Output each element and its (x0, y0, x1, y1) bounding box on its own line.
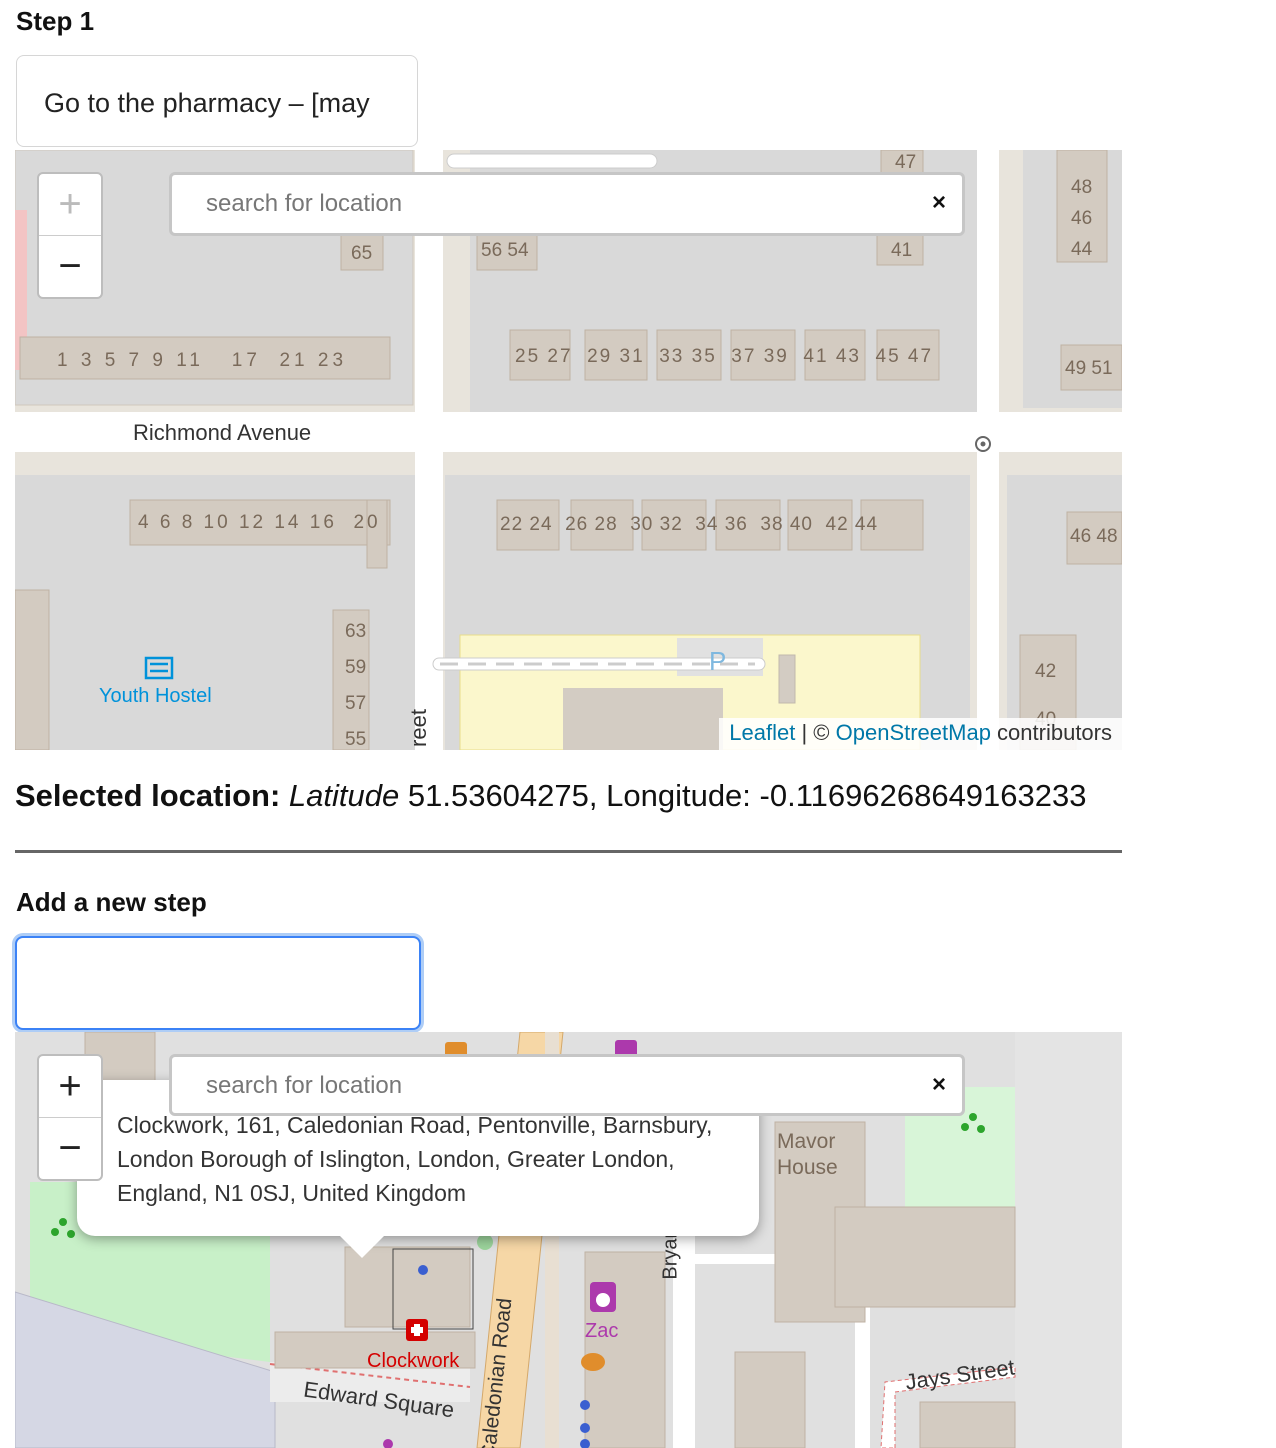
zoom-in-button[interactable]: + (39, 1056, 101, 1117)
clear-search-icon[interactable]: × (932, 1071, 946, 1099)
zoom-out-button[interactable]: − (39, 1117, 101, 1179)
location-search: × (169, 1054, 965, 1116)
building-mavor-house: Mavor House (777, 1130, 838, 1179)
zoom-control: + − (37, 172, 103, 299)
house-numbers: 47 (895, 152, 917, 173)
poi-youth-hostel: Youth Hostel (99, 685, 212, 707)
house-numbers: 25 27 29 31 33 35 37 39 41 43 45 47 (515, 346, 934, 367)
new-step-input[interactable] (15, 936, 421, 1030)
search-input[interactable] (204, 189, 888, 219)
house-numbers: 65 (351, 243, 373, 264)
map-new-step[interactable]: Clockwork Zac Mavor House Caledonian Roa… (15, 1032, 1122, 1448)
popup-tip (338, 1234, 386, 1258)
map-attribution: Leaflet | © OpenStreetMap contributors (719, 718, 1122, 750)
map-step-1[interactable]: Richmond Avenue reet Youth Hostel P 1 3 … (15, 150, 1122, 750)
house-numbers: 48 46 44 (1071, 177, 1093, 260)
latitude-value: 51.53604275, (399, 778, 607, 813)
zoom-control: + − (37, 1054, 103, 1181)
house-numbers: 22 24 26 28 30 32 34 36 38 40 42 44 (500, 514, 879, 535)
latitude-label: Latitude (288, 778, 400, 813)
clear-search-icon[interactable]: × (932, 189, 946, 217)
search-input[interactable] (204, 1071, 888, 1101)
map-tiles (15, 150, 1122, 750)
house-numbers: 41 (891, 240, 913, 261)
street-label-2: reet (405, 709, 431, 747)
longitude-text: Longitude: -0.11696268649163233 (606, 778, 1087, 813)
poi-clockwork: Clockwork (367, 1350, 460, 1372)
zoom-in-button[interactable]: + (39, 174, 101, 235)
zoom-out-button[interactable]: − (39, 235, 101, 297)
selected-location-label: Selected location: (15, 778, 281, 813)
step-text: Go to the pharmacy – [may (44, 88, 370, 118)
location-search: × (169, 172, 965, 236)
house-numbers: 46 48 (1070, 526, 1118, 547)
house-numbers: 49 51 (1065, 358, 1113, 379)
step-text-field[interactable]: Go to the pharmacy – [may (16, 55, 418, 147)
house-numbers: 56 54 (481, 240, 529, 261)
parking-label: P (709, 646, 727, 676)
attribution-separator: | © (795, 720, 836, 745)
osm-link[interactable]: OpenStreetMap (836, 720, 991, 745)
house-numbers: 63 59 57 55 (345, 621, 367, 750)
divider (15, 850, 1122, 853)
selected-location: Selected location: Latitude 51.53604275,… (15, 778, 1087, 814)
house-numbers: 1 3 5 7 9 11 17 21 23 (57, 350, 348, 371)
popup-address: Clockwork, 161, Caledonian Road, Pentonv… (117, 1112, 713, 1206)
add-step-heading: Add a new step (16, 887, 207, 917)
house-numbers: 4 6 8 10 12 14 16 20 (138, 512, 381, 533)
street-label: Richmond Avenue (133, 420, 312, 445)
poi-zac: Zac (585, 1320, 619, 1342)
step-heading: Step 1 (16, 6, 95, 36)
leaflet-link[interactable]: Leaflet (729, 720, 795, 745)
attribution-suffix: contributors (990, 720, 1112, 745)
